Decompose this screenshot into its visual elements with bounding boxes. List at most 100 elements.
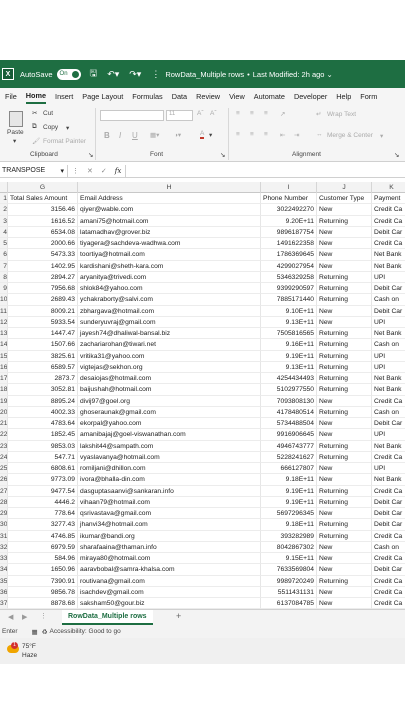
clipboard-launcher-icon[interactable]: ↘ — [88, 151, 93, 159]
row-number[interactable]: 15 — [0, 350, 8, 362]
cell-j[interactable]: New — [317, 463, 372, 475]
cancel-icon[interactable]: ✕ — [87, 167, 93, 175]
cell-k[interactable]: Debit Car — [372, 418, 405, 430]
cell-i[interactable]: 5346329258 — [261, 271, 317, 283]
cell-g[interactable]: 3825.61 — [8, 350, 78, 362]
row-number[interactable]: 28 — [0, 496, 8, 508]
row-number[interactable]: 6 — [0, 249, 8, 261]
row-number[interactable]: 33 — [0, 553, 8, 565]
chevron-down-icon[interactable]: ⌄ — [326, 70, 332, 79]
tab-home[interactable]: Home — [25, 89, 47, 104]
row-number[interactable]: 18 — [0, 384, 8, 396]
cell-j[interactable]: Returning — [317, 451, 372, 463]
column-header-k[interactable]: K — [372, 182, 405, 193]
tab-review[interactable]: Review — [196, 90, 220, 103]
tab-form[interactable]: Form — [360, 90, 377, 103]
tab-automate[interactable]: Automate — [254, 90, 285, 103]
cell-j[interactable]: Returning — [317, 215, 372, 227]
cell-i[interactable]: 4254434493 — [261, 373, 317, 385]
cell-i[interactable]: 9.10E+11 — [261, 305, 317, 317]
cell-h[interactable]: isachdev@gmail.com — [78, 586, 261, 598]
cell-h[interactable]: qsrivastava@gmail.com — [78, 508, 261, 520]
cell-g[interactable]: 9477.54 — [8, 485, 78, 497]
row-number[interactable]: 16 — [0, 361, 8, 373]
cell-i[interactable]: 9.20E+11 — [261, 215, 317, 227]
row-number[interactable]: 22 — [0, 429, 8, 441]
row-number[interactable]: 31 — [0, 530, 8, 542]
tab-formulas[interactable]: Formulas — [132, 90, 162, 103]
row-number[interactable]: 20 — [0, 406, 8, 418]
row-number[interactable]: 34 — [0, 564, 8, 576]
accessibility-status[interactable]: Accessibility: Good to go — [50, 628, 121, 635]
cell-i[interactable]: 9.19E+11 — [261, 496, 317, 508]
row-number[interactable]: 12 — [0, 316, 8, 328]
row-number[interactable]: 21 — [0, 418, 8, 430]
cell-j[interactable]: New — [317, 586, 372, 598]
cell-i[interactable]: 9.16E+11 — [261, 339, 317, 351]
row-number[interactable]: 32 — [0, 541, 8, 553]
cell-i[interactable]: 5697296345 — [261, 508, 317, 520]
cell-k[interactable]: Credit Ca — [372, 576, 405, 587]
select-all-corner[interactable] — [0, 182, 8, 193]
column-header-g[interactable]: G — [8, 182, 78, 193]
bold-button[interactable]: B — [104, 131, 110, 140]
formula-input[interactable] — [125, 164, 405, 177]
underline-button[interactable]: U — [132, 131, 138, 140]
cell-j[interactable]: Returning — [317, 575, 372, 587]
decrease-indent-icon[interactable]: ⇤ — [280, 131, 285, 139]
cell-h[interactable]: baijushah@hotmail.com — [78, 384, 261, 396]
cell-j[interactable]: New — [317, 305, 372, 317]
cell-i[interactable]: 1786369645 — [261, 249, 317, 261]
cell-k[interactable]: Credit Ca — [372, 238, 405, 250]
accessibility-icon[interactable]: ♻ — [42, 628, 48, 636]
cell-g[interactable]: 584.96 — [8, 553, 78, 565]
align-top-icon[interactable]: ≡ — [236, 110, 240, 117]
cell-k[interactable]: Payment — [372, 193, 405, 205]
spreadsheet-grid[interactable]: G H I J K 1 Total Sales Amount Email Addre… — [0, 182, 405, 609]
font-size-select[interactable]: 11 — [166, 110, 193, 121]
copy-icon[interactable]: ⧉ — [32, 123, 37, 131]
cell-g[interactable]: 6979.59 — [8, 541, 78, 553]
row-number[interactable]: 7 — [0, 260, 8, 272]
row-number[interactable]: 30 — [0, 519, 8, 531]
cell-i[interactable]: 5228241627 — [261, 451, 317, 463]
cell-i[interactable]: 9.13E+11 — [261, 361, 317, 373]
cell-k[interactable]: Credit Ca — [372, 553, 405, 565]
cell-g[interactable]: 6589.57 — [8, 361, 78, 373]
cell-i[interactable]: 9.19E+11 — [261, 350, 317, 362]
cell-h[interactable]: zbhargava@hotmail.com — [78, 305, 261, 317]
sheet-nav-next-icon[interactable]: ▶ — [22, 613, 27, 621]
cell-k[interactable]: Net Bank — [372, 474, 405, 486]
cell-h[interactable]: sunderyuvraj@gmail.com — [78, 316, 261, 328]
save-icon[interactable]: 🖫 — [90, 66, 98, 82]
cell-j[interactable]: New — [317, 474, 372, 486]
row-number[interactable]: 26 — [0, 474, 8, 486]
cell-g[interactable]: 8009.21 — [8, 305, 78, 317]
column-header-i[interactable]: I — [261, 182, 317, 193]
cell-i[interactable]: 5734488504 — [261, 418, 317, 430]
cell-k[interactable]: Credit Ca — [372, 598, 405, 609]
cell-j[interactable]: New — [317, 541, 372, 553]
row-number[interactable]: 8 — [0, 271, 8, 283]
formula-more-icon[interactable]: ⋮ — [72, 167, 79, 175]
cell-i[interactable]: 7093808130 — [261, 395, 317, 407]
row-number[interactable]: 13 — [0, 328, 8, 340]
row-number[interactable]: 35 — [0, 575, 8, 587]
paste-button[interactable]: Paste — [7, 129, 24, 136]
cell-g[interactable]: Total Sales Amount — [8, 193, 78, 205]
cell-k[interactable]: Credit Ca — [372, 587, 405, 598]
tab-insert[interactable]: Insert — [55, 90, 73, 103]
cell-j[interactable]: New — [317, 226, 372, 238]
cut-button[interactable]: Cut — [43, 110, 53, 117]
cell-g[interactable]: 6808.61 — [8, 463, 78, 475]
cell-k[interactable]: Credit Ca — [372, 531, 405, 542]
cell-g[interactable]: 2894.27 — [8, 271, 78, 283]
tab-help[interactable]: Help — [336, 90, 351, 103]
alignment-launcher-icon[interactable]: ↘ — [394, 151, 399, 159]
row-number[interactable]: 29 — [0, 508, 8, 520]
sheet-tab-active[interactable]: RowData_Multiple rows — [62, 610, 153, 625]
more-icon[interactable]: ⋮ — [151, 69, 160, 80]
cell-k[interactable]: Debit Car — [372, 227, 405, 238]
cell-i[interactable]: 9399290597 — [261, 283, 317, 295]
cell-h[interactable]: miraya80@hotmail.com — [78, 553, 261, 565]
